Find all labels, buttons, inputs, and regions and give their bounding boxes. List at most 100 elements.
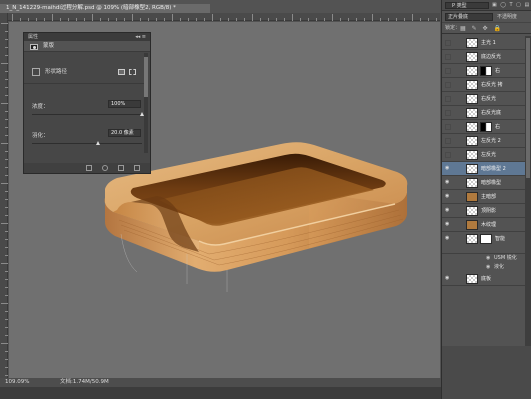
horizontal-scrollbar[interactable] [0,387,441,399]
layer-row[interactable]: ◉ 智能 [442,232,526,254]
ruler-tick [28,18,29,21]
visibility-eye-icon[interactable]: ◉ [486,263,490,272]
layer-row[interactable]: 左反光 [442,148,526,162]
layer-row[interactable]: 主光 1 [442,36,526,50]
layer-name: 左反光 2 [481,138,501,144]
visibility-eye-icon[interactable]: ◉ [445,180,452,185]
layer-row[interactable]: 右 [442,120,526,134]
layer-mask-thumbnail[interactable] [480,122,492,132]
layer-thumbnail [466,122,478,132]
layer-row[interactable]: ◉ 顶阴影 [442,204,526,218]
mask-label: 蒙版 [43,43,55,49]
document-size[interactable]: 文档:1.74M/50.9M [60,378,109,387]
layer-row[interactable]: 右 [442,64,526,78]
visibility-toggle-icon[interactable] [445,54,451,60]
document-tab[interactable]: 1_N_141229-maihdi过程分解.psd @ 109% (暗部橡型2,… [0,4,210,13]
layer-row[interactable]: 右反光底 [442,106,526,120]
panel-menu-icon[interactable]: ◂◂ ≡ [135,33,146,41]
layer-row[interactable]: 右反光 拷 [442,78,526,92]
scrollbar-thumb[interactable] [526,38,530,178]
visibility-toggle-icon[interactable] [445,68,451,74]
delete-mask-icon[interactable] [134,165,140,171]
ruler-tick [380,18,381,21]
visibility-toggle-icon[interactable] [445,138,451,144]
ruler-tick [1,143,8,144]
ruler-tick [5,119,8,120]
layer-name: 暗部橡型 [481,180,502,186]
zoom-level[interactable]: 109.09% [5,378,29,387]
layer-filter-select[interactable]: P 类型 [445,2,489,9]
document-title: 1_N_141229-maihdi过程分解.psd @ 109% (暗部橡型2,… [6,5,176,11]
feather-slider-knob[interactable] [96,141,100,145]
layer-name: 底边反光 [481,54,502,60]
ruler-tick [5,95,8,96]
visibility-eye-icon[interactable]: ◉ [445,276,452,281]
smart-filter-name: USM 锐化 [494,255,517,261]
visibility-toggle-icon[interactable] [445,110,451,116]
ruler-tick [364,18,365,21]
visibility-eye-icon[interactable]: ◉ [445,194,452,199]
lock-row: 锁定： ▦ ✎ ✥ 🔒 [442,23,531,34]
layer-thumbnail [466,178,478,188]
lock-icons[interactable]: ▦ ✎ ✥ 🔒 [460,23,503,34]
feather-slider[interactable] [32,141,142,145]
add-pixel-mask-icon[interactable] [118,69,125,75]
density-label: 浓度： [32,104,49,110]
apply-mask-icon[interactable] [102,165,108,171]
visibility-eye-icon[interactable]: ◉ [445,236,452,241]
blend-row: 正片叠底 不透明度 [442,11,531,23]
visibility-toggle-icon[interactable] [445,82,451,88]
load-selection-icon[interactable] [86,165,92,171]
visibility-toggle-icon[interactable] [445,124,451,130]
feather-field[interactable]: 20.0 像素 [108,129,141,137]
toggle-mask-icon[interactable] [118,165,124,171]
layer-row[interactable]: ◉ 主暗部 [442,190,526,204]
layer-mask-thumbnail[interactable] [480,66,492,76]
layer-name: 主光 1 [481,40,496,46]
layer-row[interactable]: ◉ 底板 [442,272,526,286]
ruler-tick [5,87,8,88]
smart-filter-item[interactable]: ◉ USM 锐化 [442,254,526,263]
layers-scrollbar[interactable] [525,36,531,346]
layer-row[interactable]: 右反光 [442,92,526,106]
scrollbar-thumb[interactable] [144,57,148,97]
properties-panel: 属性 ◂◂ ≡ 蒙版 形状路径 浓度： 100% 羽化： 20.0 像素 [23,32,151,174]
layer-row[interactable]: ◉ 暗部橡型 [442,176,526,190]
ruler-tick [372,14,373,21]
ruler-tick [5,311,8,312]
ruler-tick [5,111,8,112]
layers-panel: P 类型 ▣ ◯ T ▢ ▤ 正片叠底 不透明度 锁定： ▦ ✎ ✥ 🔒 主光 … [441,0,531,399]
visibility-eye-icon[interactable]: ◉ [445,166,452,171]
smart-filter-item[interactable]: ◉ 液化 [442,263,526,272]
properties-panel-header[interactable]: 属性 ◂◂ ≡ [24,33,150,41]
visibility-eye-icon[interactable]: ◉ [445,222,452,227]
visibility-toggle-icon[interactable] [445,40,451,46]
ruler-tick [5,55,8,56]
ruler-tick [44,18,45,21]
properties-scrollbar[interactable] [144,53,148,153]
layer-name: 底板 [481,276,492,282]
ruler-tick [316,18,317,21]
layer-row[interactable]: 左反光 2 [442,134,526,148]
vector-mask-row[interactable]: 形状路径 [24,64,144,80]
ruler-tick [5,191,8,192]
ruler-tick [324,18,325,21]
layer-name: 顶阴影 [481,208,497,214]
visibility-toggle-icon[interactable] [445,152,451,158]
layer-row[interactable]: 底边反光 [442,50,526,64]
density-slider[interactable] [32,112,144,116]
ruler-tick [140,18,141,21]
layer-mask-thumbnail[interactable] [480,234,492,244]
blend-mode-select[interactable]: 正片叠底 [445,13,493,21]
visibility-eye-icon[interactable]: ◉ [486,254,490,263]
layer-row[interactable]: ◉ 木纹理 [442,218,526,232]
ruler-tick [5,319,8,320]
ruler-tick [5,327,8,328]
ruler-tick [268,18,269,21]
density-field[interactable]: 100% [108,100,141,108]
layer-row[interactable]: ◉ 暗部橡型 2 [442,162,526,176]
visibility-eye-icon[interactable]: ◉ [445,208,452,213]
visibility-toggle-icon[interactable] [445,96,451,102]
add-vector-mask-icon[interactable] [129,69,136,75]
filter-icons[interactable]: ▣ ◯ T ▢ ▤ [492,2,530,8]
